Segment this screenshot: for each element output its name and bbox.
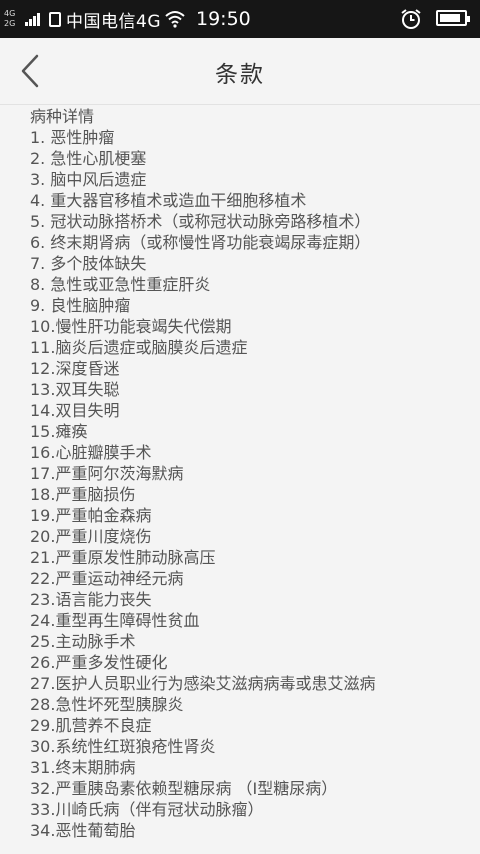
- navigation-bar: 条款: [0, 38, 480, 105]
- network-type-bottom: 2G: [4, 19, 16, 28]
- list-item: 13.双耳失聪: [30, 380, 120, 399]
- list-item: 29.肌营养不良症: [30, 716, 152, 735]
- list-item: 20.严重川度烧伤: [30, 527, 152, 546]
- disease-list: 1. 恶性肿瘤 2. 急性心肌梗塞 3. 脑中风后遗症 4. 重大器官移植术或造血干细…: [30, 127, 470, 841]
- list-item: 15.瘫痪: [30, 422, 88, 441]
- page-title: 条款: [215, 62, 265, 88]
- status-bar: 4G 2G 中国电信4G 19:50: [0, 0, 480, 38]
- list-item: 11.脑炎后遗症或脑膜炎后遗症: [30, 338, 248, 357]
- signal-icon: [25, 12, 41, 26]
- wifi-icon: [165, 11, 185, 28]
- sim-icon: [49, 11, 61, 27]
- list-item: 26.严重多发性硬化: [30, 653, 168, 672]
- list-item: 25.主动脉手术: [30, 632, 136, 651]
- list-item: 34.恶性葡萄胎: [30, 821, 136, 840]
- section-heading: 病种详情: [30, 107, 95, 126]
- list-item: 14.双目失明: [30, 401, 120, 420]
- list-item: 10.慢性肝功能衰竭失代偿期: [30, 317, 232, 336]
- list-item: 22.严重运动神经元病: [30, 569, 184, 588]
- terms-content: 病种详情 1. 恶性肿瘤 2. 急性心肌梗塞 3. 脑中风后遗症 4. 重大器官移植术…: [30, 106, 470, 841]
- list-item: 7. 多个肢体缺失: [30, 254, 147, 273]
- list-item: 31.终末期肺病: [30, 758, 136, 777]
- network-type: 4G 2G: [4, 9, 24, 29]
- list-item: 5. 冠状动脉搭桥术（或称冠状动脉旁路移植术）: [30, 212, 371, 231]
- list-item: 27.医护人员职业行为感染艾滋病病毒或患艾滋病: [30, 674, 376, 693]
- network-type-top: 4G: [4, 9, 16, 18]
- list-item: 33.川崎氏病（伴有冠状动脉瘤）: [30, 800, 264, 819]
- list-item: 23.语言能力丧失: [30, 590, 152, 609]
- clock: 19:50: [196, 8, 251, 30]
- alarm-icon: [401, 9, 421, 29]
- list-item: 3. 脑中风后遗症: [30, 170, 147, 189]
- list-item: 17.严重阿尔茨海默病: [30, 464, 184, 483]
- list-item: 19.严重帕金森病: [30, 506, 152, 525]
- list-item: 16.心脏瓣膜手术: [30, 443, 152, 462]
- list-item: 24.重型再生障碍性贫血: [30, 611, 200, 630]
- list-item: 21.严重原发性肺动脉高压: [30, 548, 216, 567]
- battery-icon: [436, 10, 470, 26]
- list-item: 4. 重大器官移植术或造血干细胞移植术: [30, 191, 307, 210]
- list-item: 9. 良性脑肿瘤: [30, 296, 131, 315]
- carrier-name: 中国电信4G: [66, 11, 161, 32]
- list-item: 12.深度昏迷: [30, 359, 120, 378]
- list-item: 6. 终末期肾病（或称慢性肾功能衰竭尿毒症期）: [30, 233, 371, 252]
- list-item: 30.系统性红斑狼疮性肾炎: [30, 737, 216, 756]
- list-item: 2. 急性心肌梗塞: [30, 149, 147, 168]
- list-item: 18.严重脑损伤: [30, 485, 136, 504]
- list-item: 32.严重胰岛素依赖型糖尿病 （I型糖尿病）: [30, 779, 338, 798]
- list-item: 28.急性坏死型胰腺炎: [30, 695, 184, 714]
- list-item: 8. 急性或亚急性重症肝炎: [30, 275, 211, 294]
- list-item: 1. 恶性肿瘤: [30, 128, 115, 147]
